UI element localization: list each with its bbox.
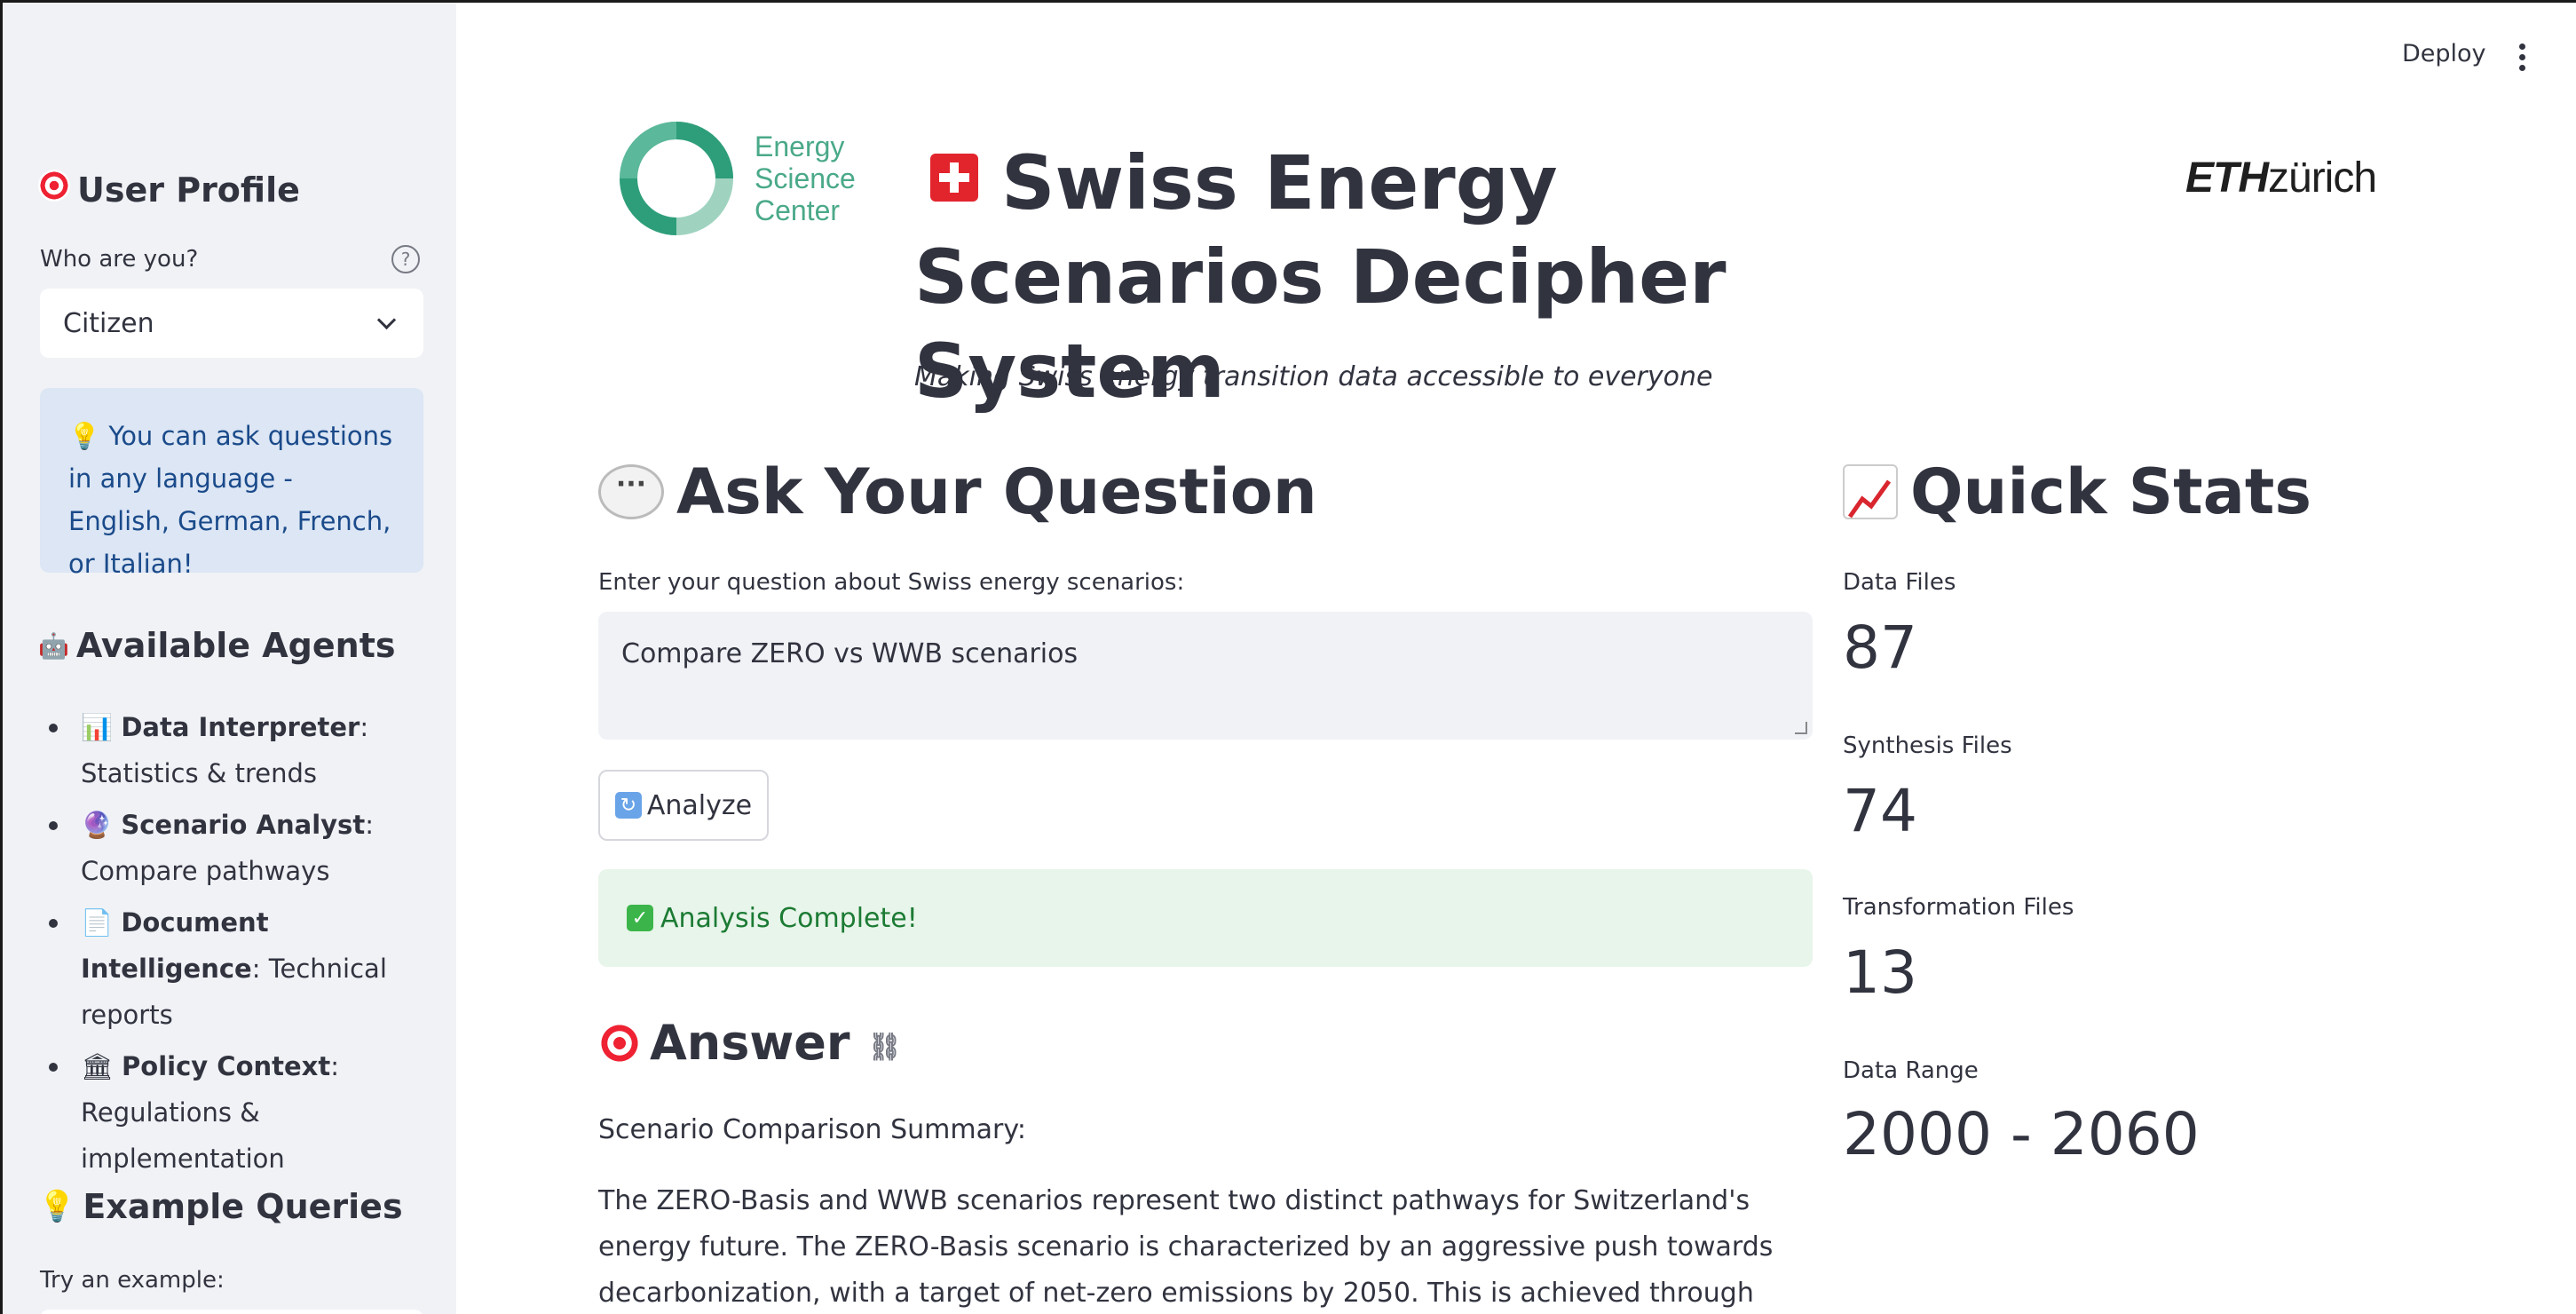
sidebar: User Profile Who are you? ? Citizen 💡 Yo… bbox=[0, 3, 456, 1314]
who-are-you-label: Who are you? bbox=[40, 246, 199, 273]
chart-icon: 📊 bbox=[81, 712, 114, 742]
agent-item-data-interpreter: 📊 Data Interpreter: Statistics & trends bbox=[40, 704, 431, 796]
stat-value-synthesis-files: 74 bbox=[1843, 777, 1917, 845]
stat-label-data-range: Data Range bbox=[1843, 1057, 1979, 1084]
answer-heading: Answer ⛓ bbox=[598, 1015, 902, 1071]
government-building-icon: 🏛 bbox=[81, 1051, 114, 1081]
agent-item-policy-context: 🏛 Policy Context: Regulations & implemen… bbox=[40, 1043, 431, 1182]
user-type-value: Citizen bbox=[63, 307, 154, 339]
lightbulb-icon: 💡 bbox=[38, 1189, 76, 1224]
stat-value-transformation-files: 13 bbox=[1843, 938, 1917, 1007]
language-info-box: 💡 You can ask questions in any language … bbox=[40, 388, 423, 579]
stat-label-transformation-files: Transformation Files bbox=[1843, 894, 2074, 921]
agent-item-scenario-analyst: 🔮 Scenario Analyst: Compare pathways bbox=[40, 802, 431, 894]
user-profile-heading: User Profile bbox=[38, 170, 300, 210]
document-icon: 📄 bbox=[81, 907, 114, 938]
answer-summary-label: Scenario Comparison Summary: bbox=[598, 1114, 1027, 1145]
example-queries-heading: 💡 Example Queries bbox=[38, 1187, 403, 1226]
robot-icon: 🤖 bbox=[38, 630, 69, 661]
check-icon: ✓ bbox=[627, 905, 653, 931]
esc-ring-icon bbox=[620, 122, 733, 235]
agent-list: 📊 Data Interpreter: Statistics & trends … bbox=[40, 704, 431, 1187]
resize-handle-icon[interactable] bbox=[1795, 722, 1807, 734]
try-example-label: Try an example: bbox=[40, 1267, 225, 1294]
swiss-flag-icon bbox=[930, 154, 978, 202]
stat-value-data-range: 2000 - 2060 bbox=[1843, 1100, 2200, 1168]
link-icon[interactable]: ⛓ bbox=[868, 1032, 902, 1063]
energy-science-center-logo: Energy Science Center bbox=[614, 116, 856, 241]
refresh-icon: ↻ bbox=[614, 792, 642, 819]
chevron-down-icon bbox=[376, 310, 397, 329]
agent-item-document-intelligence: 📄 Document Intelligence: Technical repor… bbox=[40, 899, 431, 1038]
stat-label-synthesis-files: Synthesis Files bbox=[1843, 732, 2012, 759]
question-field-label: Enter your question about Swiss energy s… bbox=[598, 569, 1185, 596]
available-agents-heading: 🤖 Available Agents bbox=[38, 626, 396, 665]
question-input[interactable]: Compare ZERO vs WWB scenarios bbox=[598, 612, 1813, 740]
example-select[interactable] bbox=[40, 1310, 423, 1314]
page-subtitle: Making Swiss energy transition data acce… bbox=[914, 361, 1713, 392]
user-type-select[interactable]: Citizen bbox=[40, 289, 423, 358]
stat-value-data-files: 87 bbox=[1843, 613, 1917, 682]
target-icon bbox=[38, 170, 70, 210]
crystal-ball-icon: 🔮 bbox=[81, 810, 114, 840]
speech-bubble-icon: ··· bbox=[598, 464, 664, 519]
more-menu-icon[interactable] bbox=[2519, 44, 2526, 71]
answer-body: The ZERO-Basis and WWB scenarios represe… bbox=[598, 1185, 1774, 1309]
stat-label-data-files: Data Files bbox=[1843, 569, 1956, 596]
eth-zurich-logo: ETHzürich bbox=[2185, 154, 2377, 202]
target-icon bbox=[598, 1021, 641, 1065]
deploy-button[interactable]: Deploy bbox=[2402, 40, 2486, 67]
chart-increasing-icon bbox=[1843, 464, 1898, 519]
analysis-success-alert: ✓ Analysis Complete! bbox=[598, 869, 1813, 967]
analyze-button[interactable]: ↻ Analyze bbox=[598, 770, 769, 841]
quick-stats-heading: Quick Stats bbox=[1843, 455, 2311, 528]
help-icon[interactable]: ? bbox=[391, 245, 420, 273]
ask-question-heading: ··· Ask Your Question bbox=[598, 455, 1317, 528]
